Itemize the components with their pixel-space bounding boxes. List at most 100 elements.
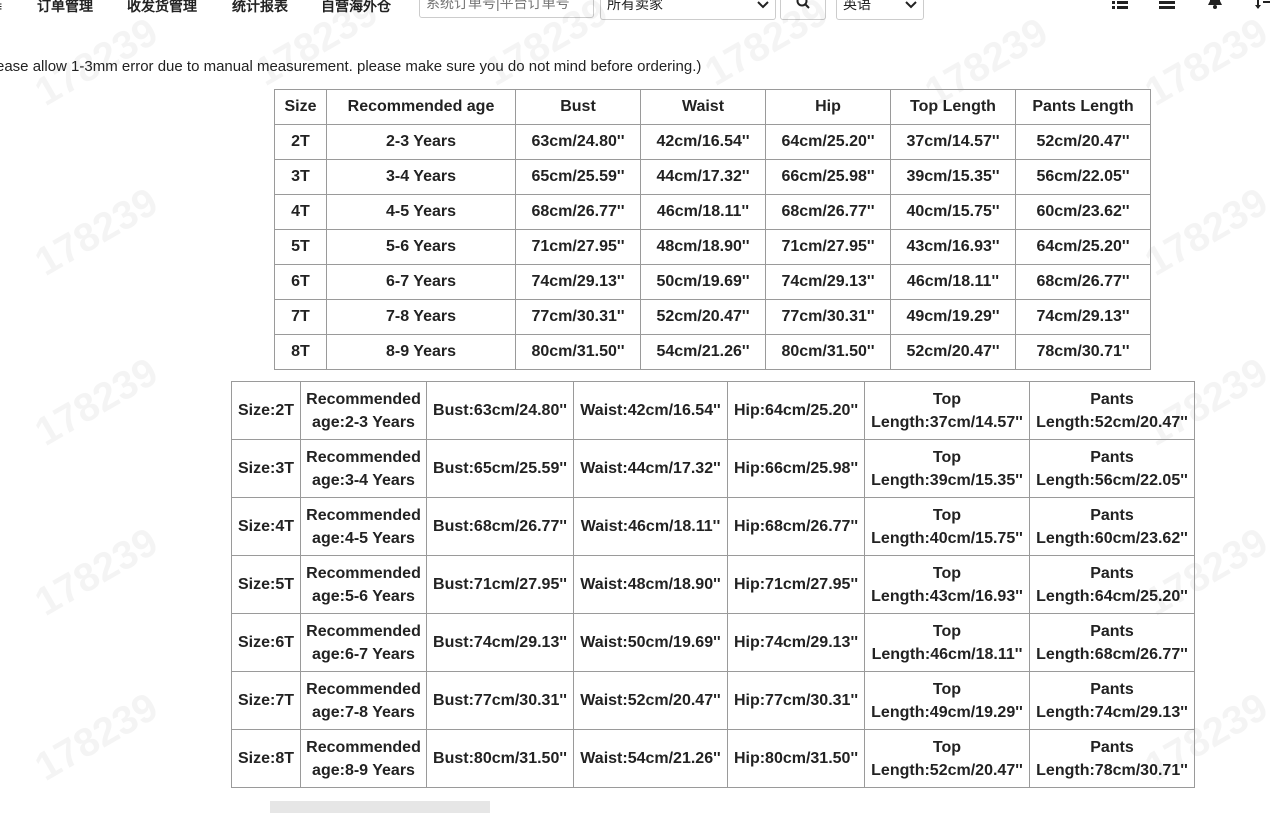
cell-text-line: Top	[932, 680, 962, 698]
cell-text-line: Bust:74cm/29.13''	[433, 634, 567, 651]
table-cell: Waist:54cm/21.26''	[573, 729, 728, 788]
nav-statistics-report[interactable]: 统计报表	[232, 0, 288, 21]
bell-icon[interactable]	[1206, 0, 1224, 10]
table-cell: 71cm/27.95''	[765, 229, 891, 265]
cell-text-line: Pants	[1090, 738, 1134, 756]
table-cell: Hip:71cm/27.95''	[727, 555, 865, 614]
table-cell: Waist:52cm/20.47''	[573, 671, 728, 730]
header-pants-length: Pants Length	[1015, 89, 1151, 125]
cell-text-line: Size:7T	[237, 692, 294, 709]
table-cell: 2T	[274, 124, 327, 160]
table-row: Size:8T Recommended age:8-9 Years Bust:80cm…	[231, 729, 1195, 788]
cell-text-line: Pants	[1090, 506, 1134, 524]
table-row: Size:5T Recommended age:5-6 Years Bust:71cm…	[231, 555, 1195, 614]
cell-text-line: Size:6T	[237, 634, 294, 651]
sort-icon[interactable]	[1254, 0, 1272, 10]
cell-text-line: Hip:66cm/25.98''	[733, 460, 859, 477]
table-cell: 65cm/25.59''	[515, 159, 641, 195]
table-cell: Size:6T	[231, 613, 301, 672]
table-cell: 52cm/20.47''	[1015, 124, 1151, 160]
nav-overseas-warehouse[interactable]: 自营海外仓	[321, 0, 391, 21]
table-cell: Waist:48cm/18.90''	[573, 555, 728, 614]
cell-text-line: Length:74cm/29.13''	[1036, 703, 1188, 721]
cell-text-line: Top	[932, 622, 962, 640]
table-cell: 52cm/20.47''	[640, 299, 766, 335]
table-row: 8T 8-9 Years 80cm/31.50'' 54cm/21.26'' 80cm/…	[274, 334, 1151, 370]
cell-text-line: Pants	[1090, 448, 1134, 466]
cell-text-line: age:5-6 Years	[312, 587, 415, 605]
cell-text-line: Top	[932, 564, 962, 582]
cell-text-line: Hip:71cm/27.95''	[733, 576, 859, 593]
table-cell: Pants Length:68cm/26.77''	[1029, 613, 1195, 672]
table-row: 7T 7-8 Years 77cm/30.31'' 52cm/20.47'' 77cm/…	[274, 299, 1151, 335]
cell-text-line: Waist:48cm/18.90''	[580, 576, 721, 593]
table-cell: Recommended age:8-9 Years	[300, 729, 427, 788]
table-header-row: Size Recommended age Bust Waist Hip Top …	[274, 89, 1151, 125]
list-icon[interactable]	[1111, 0, 1129, 10]
table-cell: Size:8T	[231, 729, 301, 788]
watermark-text: 178239	[28, 685, 166, 791]
table-cell: 5-6 Years	[326, 229, 516, 265]
buyer-select[interactable]: 所有卖家	[600, 0, 776, 20]
cell-text-line: Length:40cm/15.75''	[871, 529, 1023, 547]
cell-text-line: Hip:74cm/29.13''	[733, 634, 859, 651]
table-cell: 46cm/18.11''	[640, 194, 766, 230]
table-cell: Bust:80cm/31.50''	[426, 729, 574, 788]
table-cell: Pants Length:78cm/30.71''	[1029, 729, 1195, 788]
table-cell: Top Length:49cm/19.29''	[864, 671, 1030, 730]
table-cell: Top Length:52cm/20.47''	[864, 729, 1030, 788]
size-detail-table: Size:2T Recommended age:2-3 Years Bust:63cm…	[231, 381, 1195, 788]
table-cell: 3T	[274, 159, 327, 195]
cell-text-line: Top	[932, 506, 962, 524]
table-cell: Size:5T	[231, 555, 301, 614]
table-cell: Size:7T	[231, 671, 301, 730]
top-toolbar: ≡ 订单管理 收发货管理 统计报表 自营海外仓 所有卖家 英语	[0, 0, 1286, 22]
cell-text-line: Hip:77cm/30.31''	[733, 692, 859, 709]
table-cell: Top Length:39cm/15.35''	[864, 439, 1030, 498]
table-cell: Pants Length:64cm/25.20''	[1029, 555, 1195, 614]
table-cell: Recommended age:6-7 Years	[300, 613, 427, 672]
header-hip: Hip	[765, 89, 891, 125]
search-button[interactable]	[780, 0, 826, 20]
nav-menu-icon[interactable]: ≡	[0, 0, 2, 21]
size-detail-body: Size:2T Recommended age:2-3 Years Bust:63cm…	[231, 381, 1195, 788]
cell-text-line: age:8-9 Years	[312, 761, 415, 779]
cell-text-line: Length:78cm/30.71''	[1036, 761, 1188, 779]
table-cell: Hip:68cm/26.77''	[727, 497, 865, 556]
bottom-scroll-bar[interactable]	[270, 801, 490, 813]
table-cell: Top Length:43cm/16.93''	[864, 555, 1030, 614]
cell-text-line: Length:49cm/19.29''	[871, 703, 1023, 721]
order-search-input[interactable]	[419, 0, 594, 18]
table-row: Size:7T Recommended age:7-8 Years Bust:77cm…	[231, 671, 1195, 730]
table-cell: 64cm/25.20''	[765, 124, 891, 160]
cell-text-line: Waist:44cm/17.32''	[580, 460, 721, 477]
table-cell: 52cm/20.47''	[890, 334, 1016, 370]
table-cell: Top Length:46cm/18.11''	[864, 613, 1030, 672]
table-cell: 6-7 Years	[326, 264, 516, 300]
table-cell: 48cm/18.90''	[640, 229, 766, 265]
cell-text-line: Length:39cm/15.35''	[871, 471, 1023, 489]
menu-icon[interactable]	[1158, 0, 1176, 10]
cell-text-line: age:6-7 Years	[312, 645, 415, 663]
cell-text-line: Recommended	[306, 390, 421, 408]
watermark-text: 178239	[28, 180, 166, 286]
table-cell: 74cm/29.13''	[765, 264, 891, 300]
language-select[interactable]: 英语	[836, 0, 924, 20]
table-cell: 68cm/26.77''	[1015, 264, 1151, 300]
table-cell: Size:2T	[231, 381, 301, 440]
table-cell: 54cm/21.26''	[640, 334, 766, 370]
table-cell: Bust:65cm/25.59''	[426, 439, 574, 498]
cell-text-line: Recommended	[306, 680, 421, 698]
table-cell: Pants Length:52cm/20.47''	[1029, 381, 1195, 440]
table-cell: Pants Length:56cm/22.05''	[1029, 439, 1195, 498]
cell-text-line: Top	[932, 738, 962, 756]
table-cell: 66cm/25.98''	[765, 159, 891, 195]
nav-shipping-management[interactable]: 收发货管理	[127, 0, 197, 21]
table-cell: 63cm/24.80''	[515, 124, 641, 160]
search-icon	[796, 0, 810, 14]
cell-text-line: age:7-8 Years	[312, 703, 415, 721]
table-cell: Recommended age:4-5 Years	[300, 497, 427, 556]
size-chart-body: 2T 2-3 Years 63cm/24.80'' 42cm/16.54'' 64cm/…	[274, 124, 1151, 370]
table-cell: 77cm/30.31''	[515, 299, 641, 335]
nav-order-management[interactable]: 订单管理	[37, 0, 93, 21]
